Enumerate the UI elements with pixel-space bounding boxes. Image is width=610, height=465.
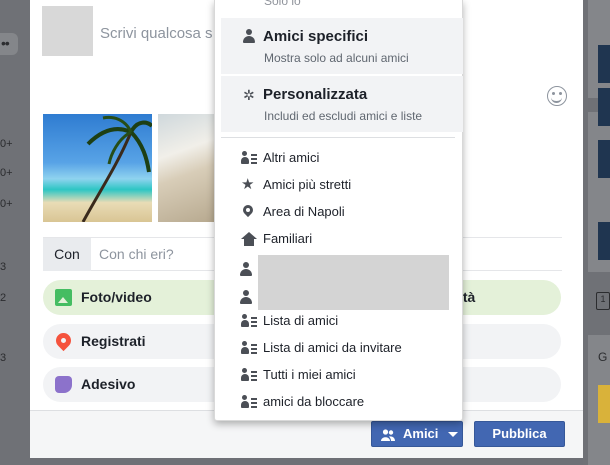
menu-item-list[interactable]: Area di Napoli xyxy=(215,199,463,225)
bg-counter: 2 xyxy=(0,292,7,304)
menu-item-list[interactable]: ★ Amici più stretti xyxy=(215,172,463,198)
action-label: Registrati xyxy=(81,333,146,349)
privacy-dropdown-menu: Solo io Amici specifici Mostra solo ad a… xyxy=(214,0,463,421)
menu-item-only-me-partial[interactable]: Solo io xyxy=(264,0,301,8)
menu-item-list[interactable]: Tutti i miei amici xyxy=(215,362,463,388)
location-pin-icon xyxy=(241,205,257,219)
menu-item-label: Lista di amici da invitare xyxy=(263,340,402,355)
bg-counter: 0+ xyxy=(0,198,13,210)
chevron-down-icon xyxy=(448,432,458,437)
action-label: Adesivo xyxy=(81,376,136,392)
audience-label: Amici xyxy=(403,426,439,441)
action-label: Foto/video xyxy=(81,289,152,305)
option-title: Personalizzata xyxy=(263,86,368,103)
post-text-input[interactable]: Scrivi qualcosa s xyxy=(100,25,213,42)
menu-option-specific-friends[interactable]: Amici specifici Mostra solo ad alcuni am… xyxy=(221,18,463,74)
bg-thumbnail xyxy=(598,88,610,126)
tag-label: Con xyxy=(43,238,91,271)
bg-thumbnail xyxy=(598,140,610,178)
star-icon: ★ xyxy=(241,176,255,193)
menu-item-list[interactable]: Lista di amici xyxy=(215,308,463,334)
publish-button[interactable]: Pubblica xyxy=(474,421,565,447)
avatar xyxy=(42,6,93,56)
option-title: Amici specifici xyxy=(263,28,369,45)
gear-icon: ✲ xyxy=(243,87,255,103)
bg-thumbnail xyxy=(598,45,610,83)
menu-divider xyxy=(221,137,455,138)
more-options-icon: •• xyxy=(0,33,18,55)
sticker-icon xyxy=(55,376,72,393)
friend-list-icon xyxy=(241,341,257,355)
location-pin-icon xyxy=(52,329,75,352)
friend-list-icon xyxy=(241,314,257,328)
friends-icon xyxy=(381,429,395,441)
menu-item-label: Altri amici xyxy=(263,150,320,165)
photo-icon xyxy=(55,289,72,306)
menu-item-label: Area di Napoli xyxy=(263,204,345,219)
friend-list-icon xyxy=(241,368,257,382)
friend-list-icon xyxy=(241,151,257,165)
background-right-strip: 1 G xyxy=(583,0,610,465)
bg-thumbnail xyxy=(598,222,610,260)
redacted-list-names xyxy=(258,255,449,310)
menu-item-label: amici da bloccare xyxy=(263,394,365,409)
bg-counter: 0+ xyxy=(0,138,13,150)
menu-item-list[interactable]: Altri amici xyxy=(215,145,463,171)
person-icon xyxy=(243,29,255,45)
menu-option-custom[interactable]: ✲ Personalizzata Includi ed escludi amic… xyxy=(221,76,463,132)
smiley-icon[interactable] xyxy=(547,86,567,106)
menu-item-label: Familiari xyxy=(263,231,313,246)
option-subtitle: Mostra solo ad alcuni amici xyxy=(264,51,409,65)
menu-item-label: Amici più stretti xyxy=(263,177,352,192)
friend-list-icon xyxy=(241,395,257,409)
menu-item-list[interactable]: Lista di amici da invitare xyxy=(215,335,463,361)
audience-selector-button[interactable]: Amici xyxy=(371,421,463,447)
bg-counter: 3 xyxy=(0,261,7,273)
menu-item-label: Tutti i miei amici xyxy=(263,367,356,382)
tag-friends-input[interactable]: Con chi eri? xyxy=(99,238,174,271)
house-icon xyxy=(241,232,257,246)
bg-letter: G xyxy=(598,350,608,364)
attached-photo-sand[interactable] xyxy=(158,114,216,222)
attached-photo-beach[interactable] xyxy=(43,114,152,222)
bg-thumbnail xyxy=(598,385,610,423)
menu-item-list[interactable]: amici da bloccare xyxy=(215,389,463,415)
menu-item-label: Lista di amici xyxy=(263,313,339,328)
background-left-strip: •• 0+ 0+ 0+ 3 2 3 xyxy=(0,0,30,465)
calendar-icon: 1 xyxy=(596,292,610,310)
menu-item-list[interactable]: Familiari xyxy=(215,226,463,252)
option-subtitle: Includi ed escludi amici e liste xyxy=(264,109,423,123)
bg-counter: 3 xyxy=(0,352,7,364)
bg-counter: 0+ xyxy=(0,167,13,179)
